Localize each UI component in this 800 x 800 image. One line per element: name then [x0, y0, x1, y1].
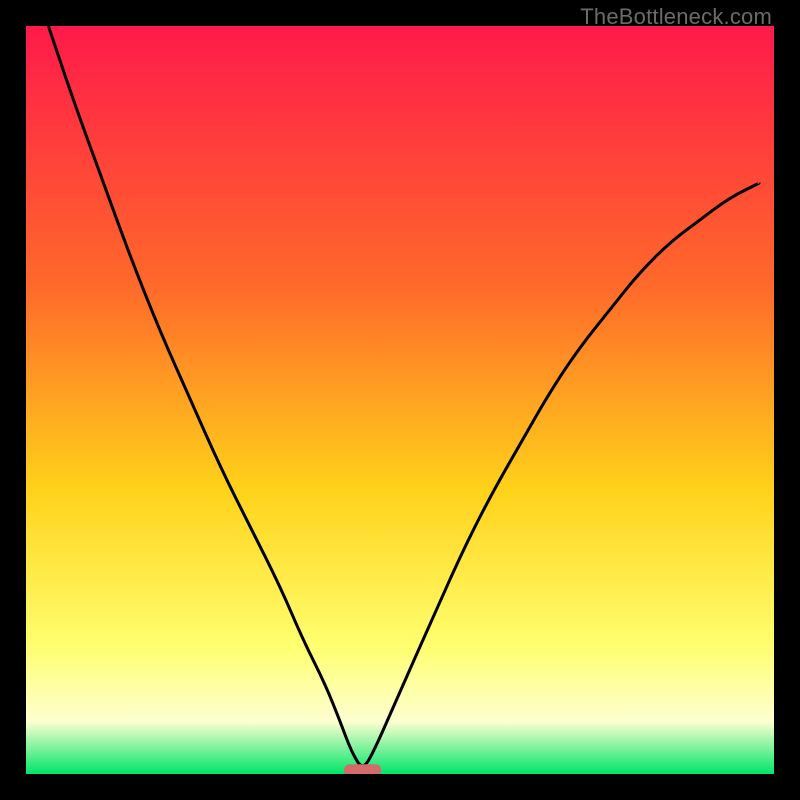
optimal-marker [344, 764, 381, 774]
chart-frame [26, 26, 774, 774]
gradient-background [26, 26, 774, 774]
watermark-text: TheBottleneck.com [580, 4, 772, 30]
bottleneck-chart [26, 26, 774, 774]
